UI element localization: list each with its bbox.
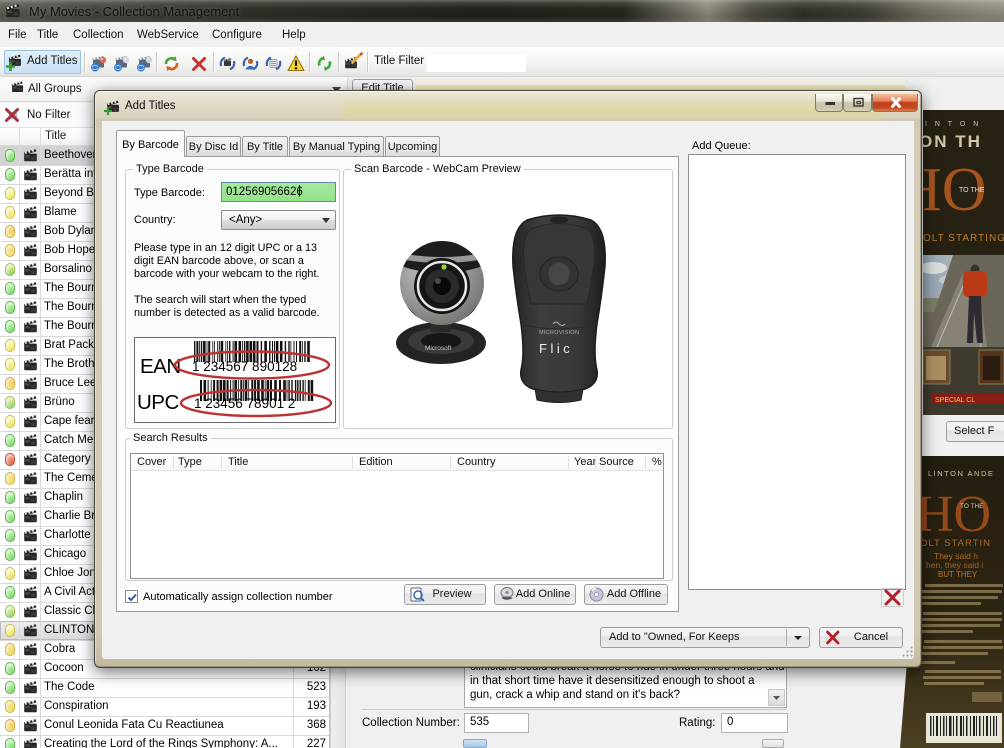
svg-text:Flic: Flic (539, 341, 573, 356)
svg-text:BUT THEY: BUT THEY (938, 570, 978, 579)
svg-text:LINTON ANDE: LINTON ANDE (928, 469, 994, 478)
svg-text:1 23456 78901 2: 1 23456 78901 2 (194, 396, 295, 411)
svg-text:ON TH: ON TH (923, 132, 982, 151)
svg-text:SPECIAL CL: SPECIAL CL (935, 397, 975, 404)
svg-text:1 234567 890128: 1 234567 890128 (192, 359, 297, 374)
svg-text:HO: HO (916, 486, 991, 543)
svg-text:OLT STARTING: OLT STARTING (923, 233, 1004, 244)
svg-text:OLT STARTIN: OLT STARTIN (920, 538, 991, 549)
svg-text:I N T O N: I N T O N (925, 121, 981, 128)
svg-text:TO THE: TO THE (960, 503, 984, 510)
svg-text:MICROVISION: MICROVISION (539, 330, 579, 336)
svg-text:Microsoft: Microsoft (425, 345, 452, 352)
svg-text:hen, they said i: hen, they said i (926, 560, 983, 570)
svg-text:TO THE: TO THE (959, 187, 985, 194)
svg-text:UPC: UPC (137, 391, 179, 414)
